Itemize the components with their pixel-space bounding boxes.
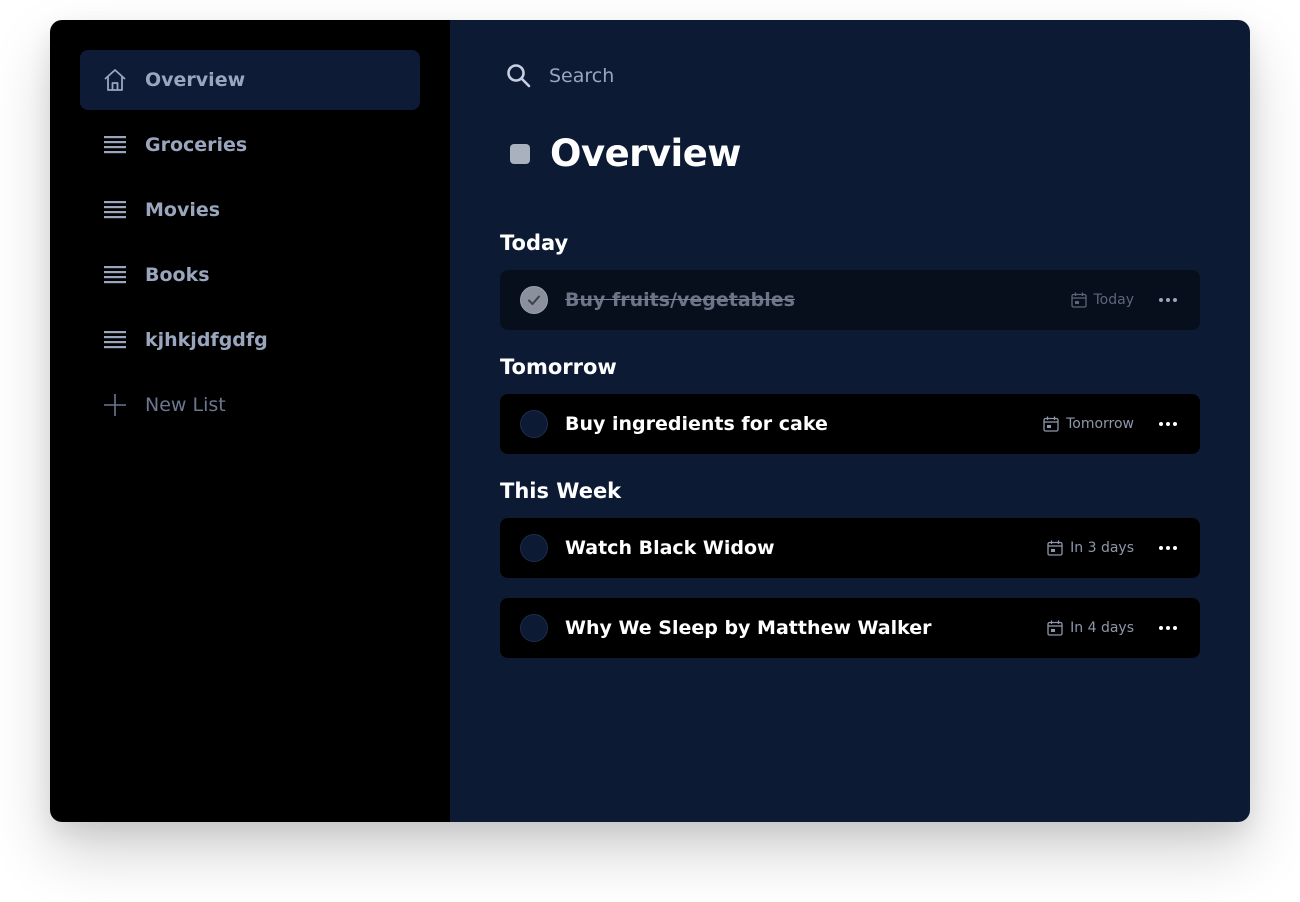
task-title: Watch Black Widow <box>565 537 775 559</box>
sidebar-item-movies[interactable]: Movies <box>80 180 420 240</box>
task-title: Buy fruits/vegetables <box>565 289 795 311</box>
sidebar-item-label: Movies <box>145 199 221 221</box>
sidebar-item-kjhkjdfgdfg[interactable]: kjhkjdfgdfg <box>80 310 420 370</box>
home-icon <box>102 67 128 93</box>
list-icon <box>102 262 128 288</box>
calendar-icon <box>1070 292 1087 308</box>
list-icon <box>102 132 128 158</box>
due-text: In 4 days <box>1070 620 1134 636</box>
due-text: Today <box>1093 292 1135 308</box>
sidebar-item-label: Groceries <box>145 134 248 156</box>
sidebar-item-label: kjhkjdfgdfg <box>145 329 268 351</box>
task-checkbox[interactable] <box>520 534 548 562</box>
main-content: Overview Today Buy fruits/vegetables Tod… <box>450 20 1250 822</box>
more-options-icon[interactable] <box>1156 536 1180 560</box>
task-item[interactable]: Buy ingredients for cake Tomorrow <box>500 394 1200 454</box>
page-title: Overview <box>550 132 742 175</box>
plus-icon <box>102 392 128 418</box>
task-title: Buy ingredients for cake <box>565 413 828 435</box>
app-window: Overview Groceries Movies Books kjhkjdfg… <box>50 20 1250 822</box>
search-bar <box>505 60 849 92</box>
task-checkbox[interactable] <box>520 286 548 314</box>
list-icon <box>102 327 128 353</box>
search-input[interactable] <box>549 65 849 87</box>
more-options-icon[interactable] <box>1156 288 1180 312</box>
sidebar: Overview Groceries Movies Books kjhkjdfg… <box>50 20 450 822</box>
sidebar-item-groceries[interactable]: Groceries <box>80 115 420 175</box>
new-list-label: New List <box>145 394 226 416</box>
section-title: Tomorrow <box>500 355 617 379</box>
sidebar-item-label: Books <box>145 264 210 286</box>
due-date: In 3 days <box>1046 539 1134 557</box>
page-header: Overview <box>510 132 742 175</box>
list-color-icon <box>510 143 530 164</box>
task-title: Why We Sleep by Matthew Walker <box>565 617 932 639</box>
task-checkbox[interactable] <box>520 614 548 642</box>
due-text: Tomorrow <box>1066 416 1134 432</box>
section-this-week: This Week Watch Black Widow In 3 days Wh… <box>500 474 1200 658</box>
list-icon <box>102 197 128 223</box>
sidebar-item-overview[interactable]: Overview <box>80 50 420 110</box>
task-item[interactable]: Why We Sleep by Matthew Walker In 4 days <box>500 598 1200 658</box>
section-title: This Week <box>500 479 622 503</box>
due-text: In 3 days <box>1070 540 1134 556</box>
checkmark-icon <box>528 295 540 305</box>
sidebar-item-books[interactable]: Books <box>80 245 420 305</box>
section-tomorrow: Tomorrow Buy ingredients for cake Tomorr… <box>500 350 1200 454</box>
calendar-icon <box>1043 416 1059 432</box>
due-date: Tomorrow <box>1042 415 1134 433</box>
more-options-icon[interactable] <box>1156 412 1180 436</box>
more-options-icon[interactable] <box>1156 616 1180 640</box>
task-sections: Today Buy fruits/vegetables Today Tomorr… <box>500 226 1200 678</box>
sidebar-item-label: Overview <box>145 69 246 91</box>
due-date: Today <box>1070 291 1135 309</box>
section-today: Today Buy fruits/vegetables Today <box>500 226 1200 330</box>
task-item[interactable]: Watch Black Widow In 3 days <box>500 518 1200 578</box>
calendar-icon <box>1047 620 1063 636</box>
search-icon <box>505 62 533 90</box>
calendar-icon <box>1047 540 1063 556</box>
due-date: In 4 days <box>1046 619 1134 637</box>
section-title: Today <box>500 231 569 255</box>
task-item[interactable]: Buy fruits/vegetables Today <box>500 270 1200 330</box>
new-list-button[interactable]: New List <box>80 375 420 435</box>
task-checkbox[interactable] <box>520 410 548 438</box>
